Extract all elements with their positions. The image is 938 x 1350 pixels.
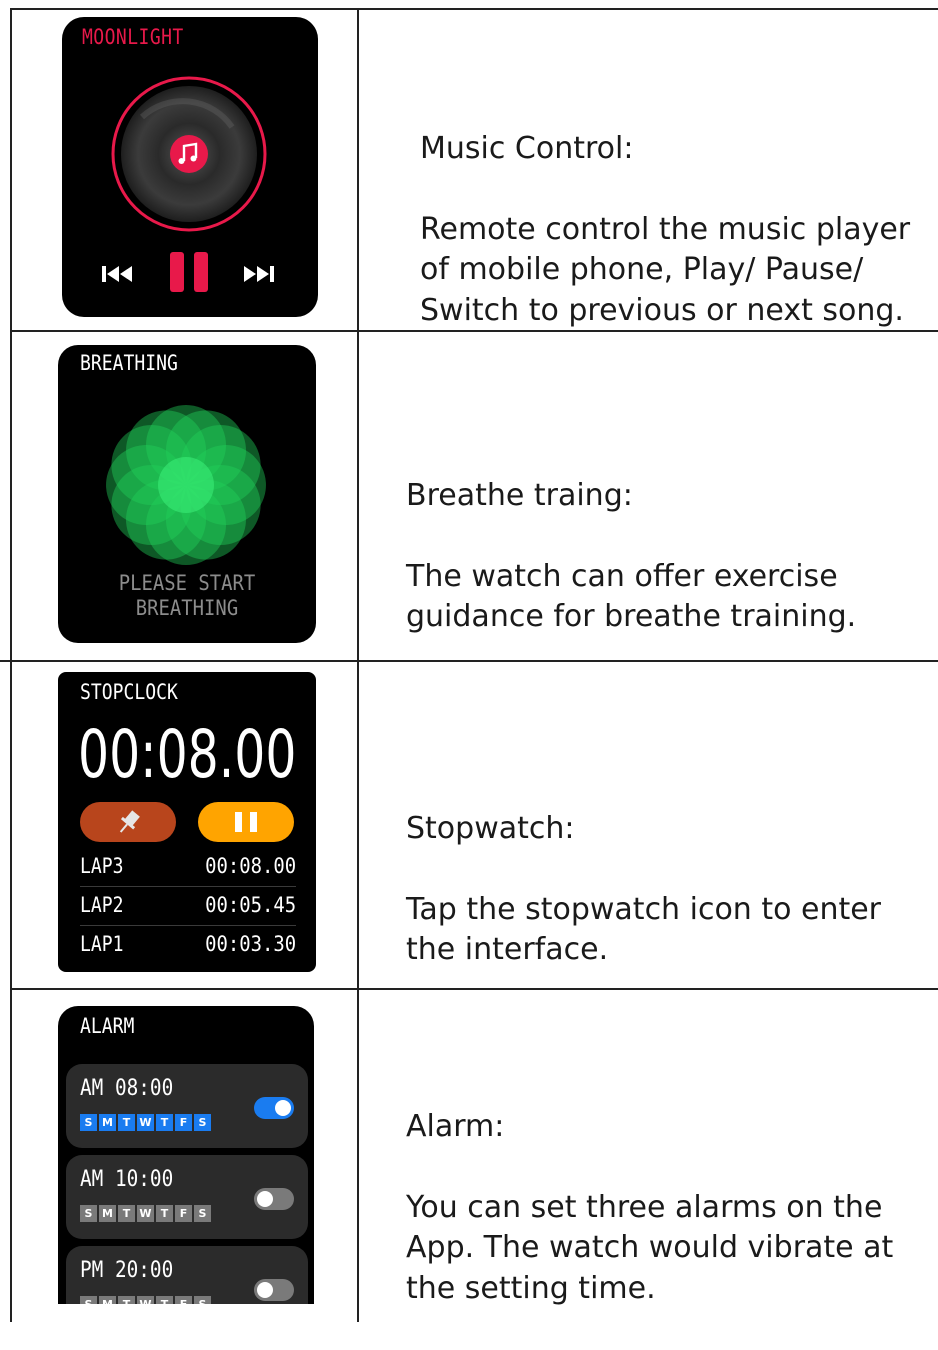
alarm-time: AM 10:00: [80, 1167, 174, 1192]
day-chip: S: [194, 1205, 211, 1222]
alarm-title: ALARM: [80, 1014, 135, 1038]
lap-time: 00:05.45: [204, 893, 296, 917]
pin-icon: [119, 810, 140, 833]
lap-row: LAP2 00:05.45: [80, 887, 296, 926]
day-chip: T: [156, 1205, 173, 1222]
toggle-knob: [275, 1100, 291, 1116]
stopwatch-text: Tap the stopwatch icon to enter the inte…: [406, 891, 882, 968]
alarm-time: AM 08:00: [80, 1076, 174, 1101]
alarm-toggle-on[interactable]: [254, 1097, 294, 1119]
previous-track-icon[interactable]: [100, 263, 136, 285]
alarm-card[interactable]: AM 10:00 S M T W T F S: [66, 1155, 308, 1239]
alarm-toggle-off[interactable]: [254, 1188, 294, 1210]
lap-time: 00:08.00: [204, 854, 296, 878]
lap-list: LAP3 00:08.00 LAP2 00:05.45 LAP1 00:03.3…: [58, 848, 316, 968]
lap-row: LAP1 00:03.30: [80, 926, 296, 964]
day-chip: T: [156, 1114, 173, 1131]
music-note-icon: [170, 135, 208, 173]
breathing-message-line2: BREATHING: [135, 596, 239, 620]
alarm-days: S M T W T F S: [80, 1296, 211, 1304]
lap-name: LAP1: [80, 932, 124, 956]
breathing-description: Breathe traing: The watch can offer exer…: [406, 435, 856, 678]
day-chip: W: [137, 1205, 154, 1222]
day-chip: S: [80, 1114, 97, 1131]
lap-pin-button[interactable]: [80, 802, 176, 842]
lap-time: 00:03.30: [204, 932, 296, 956]
day-chip: W: [137, 1296, 154, 1304]
day-chip: F: [175, 1205, 192, 1222]
day-chip: F: [175, 1114, 192, 1131]
alarm-text: You can set three alarms on the App. The…: [406, 1189, 894, 1306]
toggle-knob: [257, 1191, 273, 1207]
alarm-heading: Alarm:: [406, 1108, 505, 1144]
alarm-card[interactable]: AM 08:00 S M T W T F S: [66, 1064, 308, 1148]
next-track-icon[interactable]: [240, 263, 276, 285]
lap-row: LAP3 00:08.00: [80, 848, 296, 887]
column-divider: [357, 8, 359, 1322]
alarm-time: PM 20:00: [80, 1258, 174, 1283]
day-chip: T: [156, 1296, 173, 1304]
table-border-top: [10, 8, 938, 10]
alarm-toggle-off[interactable]: [254, 1279, 294, 1301]
stopclock-screen: STOPCLOCK 00:08.00 LAP3 00:08.00 LAP2 00…: [58, 672, 316, 972]
day-chip: S: [194, 1114, 211, 1131]
table-border-left: [10, 8, 12, 1322]
alarm-description: Alarm: You can set three alarms on the A…: [406, 1066, 893, 1350]
day-chip: S: [194, 1296, 211, 1304]
breathing-heading: Breathe traing:: [406, 477, 633, 513]
stopclock-pause-button[interactable]: [198, 802, 294, 842]
alarm-days: S M T W T F S: [80, 1205, 211, 1222]
pause-icon: [235, 812, 257, 832]
day-chip: F: [175, 1296, 192, 1304]
pause-icon[interactable]: [168, 252, 212, 294]
day-chip: M: [99, 1205, 116, 1222]
lap-name: LAP2: [80, 893, 124, 917]
breathing-text: The watch can offer exercise guidance fo…: [406, 558, 857, 635]
alarm-screen: ALARM AM 08:00 S M T W T F S AM 10:00 S …: [58, 1006, 314, 1304]
music-description: Music Control: Remote control the music …: [420, 88, 910, 372]
toggle-knob: [257, 1282, 273, 1298]
breathing-screen: BREATHING PLEASE START BREATHING: [58, 345, 316, 643]
music-text: Remote control the music player of mobil…: [420, 211, 911, 328]
day-chip: M: [99, 1114, 116, 1131]
music-heading: Music Control:: [420, 130, 634, 166]
day-chip: T: [118, 1296, 135, 1304]
day-chip: T: [118, 1114, 135, 1131]
stopwatch-heading: Stopwatch:: [406, 810, 575, 846]
breathing-message-line1: PLEASE START: [118, 571, 256, 595]
day-chip: S: [80, 1205, 97, 1222]
day-chip: M: [99, 1296, 116, 1304]
stopclock-time: 00:08.00: [78, 716, 297, 793]
alarm-card[interactable]: PM 20:00 S M T W T F S: [66, 1246, 308, 1304]
alarm-days: S M T W T F S: [80, 1114, 211, 1131]
day-chip: T: [118, 1205, 135, 1222]
music-screen: MOONLIGHT: [62, 17, 318, 317]
lap-name: LAP3: [80, 854, 124, 878]
stopclock-title: STOPCLOCK: [80, 680, 178, 704]
stopwatch-description: Stopwatch: Tap the stopwatch icon to ent…: [406, 768, 881, 1011]
day-chip: S: [80, 1296, 97, 1304]
day-chip: W: [137, 1114, 154, 1131]
